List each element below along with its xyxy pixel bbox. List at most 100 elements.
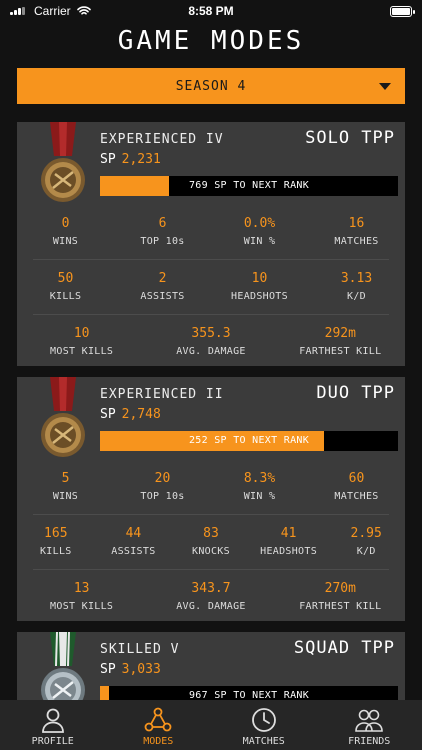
stat-row: 13 MOST KILLS 343.7 AVG. DAMAGE 270m FARTHE…	[17, 569, 405, 624]
stat-matches: 60 MATCHES	[308, 459, 405, 514]
sp-value: 2,748	[121, 407, 161, 422]
season-selected-label: SEASON 4	[175, 78, 247, 94]
progress-text: 252 SP TO NEXT RANK	[188, 435, 310, 446]
modes-icon	[144, 707, 172, 732]
tab-profile[interactable]: PROFILE	[0, 700, 106, 750]
status-bar: Carrier 8:58 PM	[0, 0, 422, 22]
stat-label: MATCHES	[334, 236, 379, 247]
stat-wins: 0 WINS	[17, 204, 114, 259]
stat-label: ASSISTS	[140, 291, 185, 302]
tab-matches[interactable]: MATCHES	[211, 700, 317, 750]
tab-label: MATCHES	[242, 736, 285, 747]
stat-label: KILLS	[39, 546, 72, 557]
stat-value: 292m	[324, 326, 356, 341]
stat-label: WINS	[52, 236, 79, 247]
stat-row: 50 KILLS 2 ASSISTS 10 HEADSHOTS 3.13 K/D	[17, 259, 405, 314]
stat-value: 6	[158, 216, 167, 231]
tab-label: MODES	[143, 736, 174, 747]
stat-label: K/D	[347, 291, 366, 302]
battery-icon	[390, 5, 415, 17]
stat-value: 0.0%	[243, 216, 276, 231]
stat-win-pct: 0.0% WIN %	[211, 204, 308, 259]
page-title: GAME MODES	[117, 26, 305, 56]
stat-label: HEADSHOTS	[260, 546, 318, 557]
stat-kills: 165 KILLS	[17, 514, 95, 569]
stat-knocks: 83 KNOCKS	[172, 514, 250, 569]
stat-row: 10 MOST KILLS 355.3 AVG. DAMAGE 292m FARTHE…	[17, 314, 405, 369]
tab-friends[interactable]: FRIENDS	[317, 700, 422, 750]
mode-card-duo[interactable]: EXPERIENCED II SP 2,748 DUO TPP 252 SP TO…	[17, 377, 405, 621]
person-icon	[41, 708, 64, 733]
progress-text: 769 SP TO NEXT RANK	[188, 180, 310, 191]
stat-value: 270m	[324, 581, 356, 596]
rank-name: SKILLED V	[100, 642, 180, 657]
rank-progress-bar: 252 SP TO NEXT RANK	[100, 431, 398, 451]
stat-top10s: 6 TOP 10s	[114, 204, 211, 259]
carrier-name: Carrier	[34, 4, 71, 18]
signal-icon	[10, 7, 28, 15]
bronze-medal-icon	[41, 377, 85, 457]
stat-value: 10	[73, 326, 90, 341]
stat-label: AVG. DAMAGE	[176, 346, 246, 357]
stat-row: 5 WINS 20 TOP 10s 8.3% WIN % 60 MATCHES	[17, 459, 405, 514]
stat-value: 50	[57, 271, 74, 286]
stat-assists: 2 ASSISTS	[114, 259, 211, 314]
stat-label: K/D	[356, 546, 376, 557]
stat-value: 13	[73, 581, 90, 596]
stat-row: 165 KILLS 44 ASSISTS 83 KNOCKS 41 HEADSHOTS …	[17, 514, 405, 569]
stat-label: AVG. DAMAGE	[176, 601, 246, 612]
tab-label: PROFILE	[31, 736, 74, 747]
stat-farthest-kill: 292m FARTHEST KILL	[276, 314, 405, 369]
stat-avg-damage: 355.3 AVG. DAMAGE	[146, 314, 275, 369]
clock-icon	[251, 708, 276, 732]
stat-label: MOST KILLS	[50, 346, 114, 357]
stat-value: 355.3	[191, 326, 231, 341]
bronze-medal-icon	[41, 122, 85, 202]
stat-farthest-kill: 270m FARTHEST KILL	[276, 569, 405, 624]
tab-modes[interactable]: MODES	[106, 700, 212, 750]
stat-kills: 50 KILLS	[17, 259, 114, 314]
rank-progress-bar: 769 SP TO NEXT RANK	[100, 176, 398, 196]
stat-value: 3.13	[340, 271, 373, 286]
stat-value: 41	[280, 526, 297, 541]
sp-value: 3,033	[121, 662, 161, 677]
stat-label: HEADSHOTS	[231, 291, 288, 302]
stat-label: FARTHEST KILL	[299, 601, 382, 612]
stat-value: 2.95	[350, 526, 382, 541]
stat-label: TOP 10s	[140, 491, 185, 502]
rank-name: EXPERIENCED IV	[100, 132, 224, 147]
stat-kd: 3.13 K/D	[308, 259, 405, 314]
stat-value: 60	[348, 471, 365, 486]
friends-icon	[355, 709, 384, 732]
stat-matches: 16 MATCHES	[308, 204, 405, 259]
mode-name: DUO TPP	[316, 383, 395, 403]
stat-win-pct: 8.3% WIN %	[211, 459, 308, 514]
stat-value: 0	[61, 216, 70, 231]
stat-value: 44	[125, 526, 142, 541]
sp-label: SP	[100, 152, 116, 167]
stat-value: 5	[61, 471, 70, 486]
stat-label: KILLS	[49, 291, 82, 302]
sp-label: SP	[100, 407, 116, 422]
stat-kd: 2.95 K/D	[327, 514, 405, 569]
stat-label: WIN %	[243, 491, 276, 502]
stat-assists: 44 ASSISTS	[95, 514, 173, 569]
sp-label: SP	[100, 662, 116, 677]
stat-value: 343.7	[191, 581, 231, 596]
mode-card-solo[interactable]: EXPERIENCED IV SP 2,231 SOLO TPP 769 SP T…	[17, 122, 405, 366]
stat-label: WIN %	[243, 236, 276, 247]
season-dropdown[interactable]: SEASON 4	[17, 68, 405, 104]
tab-bar: PROFILE MODES MATCHES FRIENDS	[0, 700, 422, 750]
stat-label: MOST KILLS	[50, 601, 114, 612]
stat-value: 16	[348, 216, 365, 231]
stat-label: WINS	[52, 491, 79, 502]
stat-label: KNOCKS	[192, 546, 230, 557]
stat-wins: 5 WINS	[17, 459, 114, 514]
stat-most-kills: 13 MOST KILLS	[17, 569, 146, 624]
stat-headshots: 10 HEADSHOTS	[211, 259, 308, 314]
stat-headshots: 41 HEADSHOTS	[250, 514, 328, 569]
tab-label: FRIENDS	[348, 736, 391, 747]
chevron-down-icon	[379, 83, 391, 90]
stat-most-kills: 10 MOST KILLS	[17, 314, 146, 369]
stat-value: 8.3%	[243, 471, 276, 486]
